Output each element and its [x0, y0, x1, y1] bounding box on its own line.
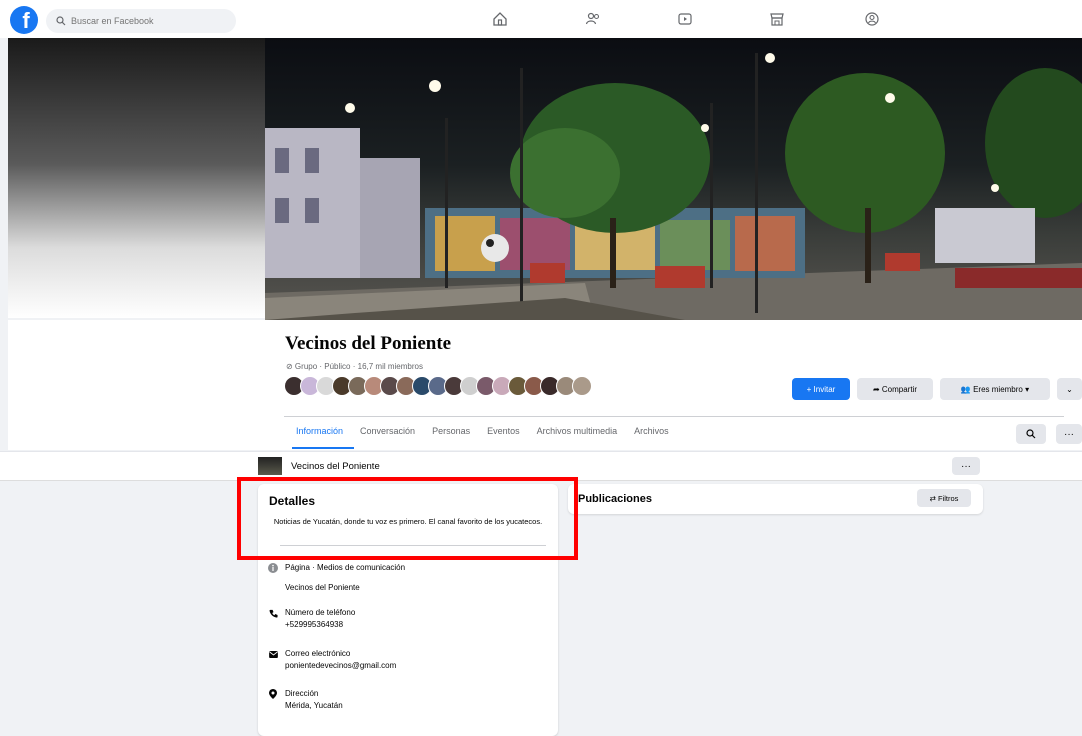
member-avatar[interactable]	[572, 376, 592, 396]
friends-icon[interactable]	[583, 10, 603, 28]
sticky-group-bar: Vecinos del Poniente ···	[0, 451, 1082, 481]
publications-title: Publicaciones	[578, 493, 652, 505]
group-thumbnail[interactable]	[258, 457, 282, 475]
search-input[interactable]	[71, 16, 221, 26]
phone-value[interactable]: +529995364938	[285, 619, 355, 631]
cover-park-illustration	[265, 53, 1082, 320]
email-row: Correo electrónico ponientedevecinos@gma…	[268, 648, 396, 672]
facebook-logo[interactable]: f	[10, 6, 38, 34]
sticky-group-name[interactable]: Vecinos del Poniente	[291, 461, 380, 472]
address-label: Dirección	[285, 689, 319, 698]
group-title[interactable]: Vecinos del Poniente	[285, 333, 451, 355]
phone-row: Número de teléfono +529995364938	[268, 607, 355, 631]
address-row: Dirección Mérida, Yucatán	[268, 688, 343, 712]
info-icon	[268, 563, 278, 573]
email-label: Correo electrónico	[285, 649, 351, 658]
tab-archivos[interactable]: Archivos	[634, 426, 669, 446]
details-divider	[280, 545, 546, 546]
details-title: Detalles	[269, 494, 316, 508]
details-description: Noticias de Yucatán, donde tu voz es pri…	[273, 517, 543, 526]
search-box[interactable]	[46, 9, 236, 33]
page-info-row: Página · Medios de comunicación	[268, 562, 405, 574]
phone-icon	[268, 608, 278, 618]
email-value[interactable]: ponientedevecinos@gmail.com	[285, 660, 396, 672]
page-type: Página · Medios de comunicación	[285, 563, 406, 572]
watch-icon[interactable]	[675, 10, 695, 28]
tab-conversacion[interactable]: Conversación	[360, 426, 415, 446]
tab-personas[interactable]: Personas	[432, 426, 470, 446]
tab-eventos[interactable]: Eventos	[487, 426, 520, 446]
group-search-button[interactable]	[1016, 424, 1046, 444]
tab-informacion[interactable]: Información	[296, 426, 343, 446]
publications-card: Publicaciones ⇄ Filtros	[568, 484, 983, 514]
filters-button[interactable]: ⇄ Filtros	[917, 489, 971, 507]
tab-multimedia[interactable]: Archivos multimedia	[537, 426, 618, 446]
top-navigation-bar: f	[0, 0, 1082, 38]
home-icon[interactable]	[490, 10, 510, 28]
groups-icon[interactable]	[862, 10, 882, 28]
invite-button[interactable]: + Invitar	[792, 378, 850, 400]
header-divider	[284, 416, 1064, 417]
share-button[interactable]: ➦ Compartir	[857, 378, 933, 400]
page-name[interactable]: Vecinos del Poniente	[285, 582, 360, 594]
cover-side-shadow	[8, 38, 265, 318]
address-value[interactable]: Mérida, Yucatán	[285, 700, 343, 712]
marketplace-icon[interactable]	[767, 10, 787, 28]
details-card: Detalles Noticias de Yucatán, donde tu v…	[258, 484, 558, 736]
phone-label: Número de teléfono	[285, 608, 356, 617]
group-more-button[interactable]: ···	[1056, 424, 1082, 444]
location-pin-icon	[268, 689, 278, 699]
group-meta: ⊘ Grupo · Público · 16,7 mil miembros	[286, 362, 423, 371]
group-tabs: Información Conversación Personas Evento…	[296, 426, 686, 446]
sticky-more-button[interactable]: ···	[952, 457, 980, 475]
email-icon	[268, 649, 278, 659]
member-avatars[interactable]	[284, 376, 592, 398]
active-tab-indicator	[292, 447, 354, 449]
search-icon	[1026, 429, 1036, 439]
cover-photo	[265, 38, 1082, 320]
member-button[interactable]: 👥 Eres miembro ▾	[940, 378, 1050, 400]
search-icon	[56, 16, 66, 26]
expand-button[interactable]: ⌄	[1057, 378, 1082, 400]
